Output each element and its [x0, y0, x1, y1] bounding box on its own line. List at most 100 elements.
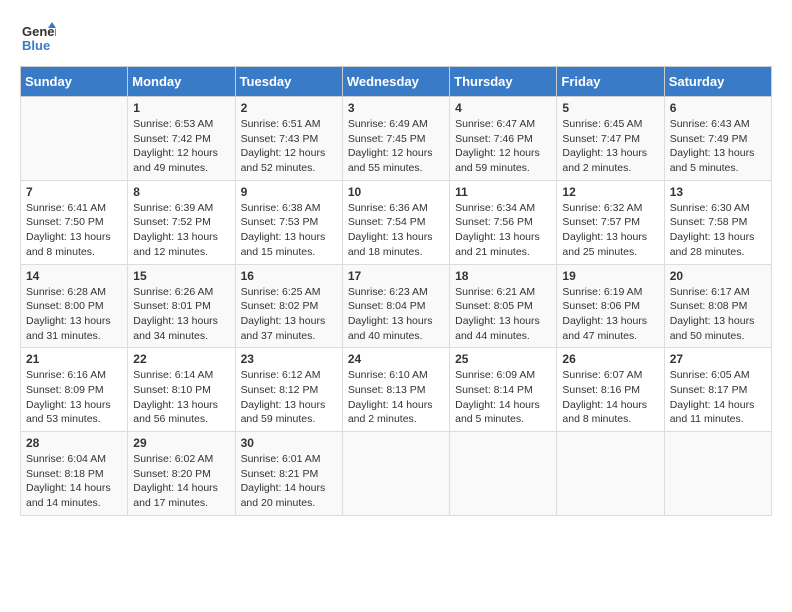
- day-info: Sunrise: 6:39 AMSunset: 7:52 PMDaylight:…: [133, 201, 229, 260]
- day-info: Sunrise: 6:41 AMSunset: 7:50 PMDaylight:…: [26, 201, 122, 260]
- day-number: 3: [348, 101, 444, 115]
- calendar-cell: [557, 432, 664, 516]
- day-info: Sunrise: 6:14 AMSunset: 8:10 PMDaylight:…: [133, 368, 229, 427]
- logo-icon: General Blue: [20, 20, 56, 56]
- day-number: 21: [26, 352, 122, 366]
- day-info: Sunrise: 6:05 AMSunset: 8:17 PMDaylight:…: [670, 368, 766, 427]
- day-info: Sunrise: 6:07 AMSunset: 8:16 PMDaylight:…: [562, 368, 658, 427]
- day-header-friday: Friday: [557, 67, 664, 97]
- day-number: 7: [26, 185, 122, 199]
- calendar-cell: 28Sunrise: 6:04 AMSunset: 8:18 PMDayligh…: [21, 432, 128, 516]
- day-number: 5: [562, 101, 658, 115]
- day-info: Sunrise: 6:19 AMSunset: 8:06 PMDaylight:…: [562, 285, 658, 344]
- day-number: 17: [348, 269, 444, 283]
- calendar-cell: 10Sunrise: 6:36 AMSunset: 7:54 PMDayligh…: [342, 180, 449, 264]
- calendar-cell: 26 Sunrise: 6:07 AMSunset: 8:16 PMDayligh…: [557, 348, 664, 432]
- calendar-cell: 27Sunrise: 6:05 AMSunset: 8:17 PMDayligh…: [664, 348, 771, 432]
- logo: General Blue: [20, 20, 56, 56]
- calendar-cell: 24 Sunrise: 6:10 AMSunset: 8:13 PMDayligh…: [342, 348, 449, 432]
- week-row-1: 1 Sunrise: 6:53 AMSunset: 7:42 PMDaylight…: [21, 97, 772, 181]
- day-number: 2: [241, 101, 337, 115]
- calendar-cell: 8 Sunrise: 6:39 AMSunset: 7:52 PMDaylight…: [128, 180, 235, 264]
- calendar-cell: 20Sunrise: 6:17 AMSunset: 8:08 PMDayligh…: [664, 264, 771, 348]
- calendar-cell: 4 Sunrise: 6:47 AMSunset: 7:46 PMDaylight…: [450, 97, 557, 181]
- day-info: Sunrise: 6:02 AMSunset: 8:20 PMDaylight:…: [133, 452, 229, 511]
- calendar-cell: [342, 432, 449, 516]
- day-info: Sunrise: 6:51 AMSunset: 7:43 PMDaylight:…: [241, 117, 337, 176]
- calendar-cell: 5 Sunrise: 6:45 AMSunset: 7:47 PMDaylight…: [557, 97, 664, 181]
- day-number: 8: [133, 185, 229, 199]
- day-info: Sunrise: 6:09 AMSunset: 8:14 PMDaylight:…: [455, 368, 551, 427]
- day-header-wednesday: Wednesday: [342, 67, 449, 97]
- day-info: Sunrise: 6:04 AMSunset: 8:18 PMDaylight:…: [26, 452, 122, 511]
- day-number: 6: [670, 101, 766, 115]
- calendar-cell: 23 Sunrise: 6:12 AMSunset: 8:12 PMDayligh…: [235, 348, 342, 432]
- day-number: 4: [455, 101, 551, 115]
- calendar-table: SundayMondayTuesdayWednesdayThursdayFrid…: [20, 66, 772, 516]
- calendar-cell: 19 Sunrise: 6:19 AMSunset: 8:06 PMDayligh…: [557, 264, 664, 348]
- calendar-cell: 6 Sunrise: 6:43 AMSunset: 7:49 PMDaylight…: [664, 97, 771, 181]
- calendar-cell: 1 Sunrise: 6:53 AMSunset: 7:42 PMDaylight…: [128, 97, 235, 181]
- day-header-thursday: Thursday: [450, 67, 557, 97]
- week-row-3: 14 Sunrise: 6:28 AMSunset: 8:00 PMDayligh…: [21, 264, 772, 348]
- day-number: 22: [133, 352, 229, 366]
- day-number: 1: [133, 101, 229, 115]
- week-row-5: 28Sunrise: 6:04 AMSunset: 8:18 PMDayligh…: [21, 432, 772, 516]
- day-number: 23: [241, 352, 337, 366]
- calendar-cell: 29Sunrise: 6:02 AMSunset: 8:20 PMDayligh…: [128, 432, 235, 516]
- day-info: Sunrise: 6:36 AMSunset: 7:54 PMDaylight:…: [348, 201, 444, 260]
- day-info: Sunrise: 6:38 AMSunset: 7:53 PMDaylight:…: [241, 201, 337, 260]
- calendar-cell: 7 Sunrise: 6:41 AMSunset: 7:50 PMDaylight…: [21, 180, 128, 264]
- calendar-cell: 30 Sunrise: 6:01 AMSunset: 8:21 PMDayligh…: [235, 432, 342, 516]
- calendar-cell: 16Sunrise: 6:25 AMSunset: 8:02 PMDayligh…: [235, 264, 342, 348]
- day-number: 12: [562, 185, 658, 199]
- day-number: 30: [241, 436, 337, 450]
- day-header-sunday: Sunday: [21, 67, 128, 97]
- day-header-row: SundayMondayTuesdayWednesdayThursdayFrid…: [21, 67, 772, 97]
- calendar-cell: [450, 432, 557, 516]
- day-number: 14: [26, 269, 122, 283]
- day-info: Sunrise: 6:47 AMSunset: 7:46 PMDaylight:…: [455, 117, 551, 176]
- day-info: Sunrise: 6:23 AMSunset: 8:04 PMDaylight:…: [348, 285, 444, 344]
- day-info: Sunrise: 6:34 AMSunset: 7:56 PMDaylight:…: [455, 201, 551, 260]
- calendar-cell: 3Sunrise: 6:49 AMSunset: 7:45 PMDaylight…: [342, 97, 449, 181]
- day-info: Sunrise: 6:30 AMSunset: 7:58 PMDaylight:…: [670, 201, 766, 260]
- day-header-tuesday: Tuesday: [235, 67, 342, 97]
- day-info: Sunrise: 6:25 AMSunset: 8:02 PMDaylight:…: [241, 285, 337, 344]
- svg-text:Blue: Blue: [22, 38, 50, 53]
- header: General Blue: [20, 20, 772, 56]
- calendar-cell: [664, 432, 771, 516]
- calendar-cell: 11 Sunrise: 6:34 AMSunset: 7:56 PMDayligh…: [450, 180, 557, 264]
- calendar-cell: 15 Sunrise: 6:26 AMSunset: 8:01 PMDayligh…: [128, 264, 235, 348]
- day-number: 11: [455, 185, 551, 199]
- day-info: Sunrise: 6:12 AMSunset: 8:12 PMDaylight:…: [241, 368, 337, 427]
- day-info: Sunrise: 6:21 AMSunset: 8:05 PMDaylight:…: [455, 285, 551, 344]
- day-number: 19: [562, 269, 658, 283]
- calendar-cell: 22 Sunrise: 6:14 AMSunset: 8:10 PMDayligh…: [128, 348, 235, 432]
- day-number: 18: [455, 269, 551, 283]
- day-info: Sunrise: 6:01 AMSunset: 8:21 PMDaylight:…: [241, 452, 337, 511]
- day-info: Sunrise: 6:43 AMSunset: 7:49 PMDaylight:…: [670, 117, 766, 176]
- week-row-4: 21 Sunrise: 6:16 AMSunset: 8:09 PMDayligh…: [21, 348, 772, 432]
- calendar-cell: 18 Sunrise: 6:21 AMSunset: 8:05 PMDayligh…: [450, 264, 557, 348]
- week-row-2: 7 Sunrise: 6:41 AMSunset: 7:50 PMDaylight…: [21, 180, 772, 264]
- calendar-cell: 25 Sunrise: 6:09 AMSunset: 8:14 PMDayligh…: [450, 348, 557, 432]
- calendar-cell: 13Sunrise: 6:30 AMSunset: 7:58 PMDayligh…: [664, 180, 771, 264]
- day-number: 15: [133, 269, 229, 283]
- day-number: 25: [455, 352, 551, 366]
- day-info: Sunrise: 6:28 AMSunset: 8:00 PMDaylight:…: [26, 285, 122, 344]
- day-number: 9: [241, 185, 337, 199]
- day-info: Sunrise: 6:53 AMSunset: 7:42 PMDaylight:…: [133, 117, 229, 176]
- day-header-monday: Monday: [128, 67, 235, 97]
- calendar-cell: 12Sunrise: 6:32 AMSunset: 7:57 PMDayligh…: [557, 180, 664, 264]
- calendar-cell: 17 Sunrise: 6:23 AMSunset: 8:04 PMDayligh…: [342, 264, 449, 348]
- calendar-cell: [21, 97, 128, 181]
- day-info: Sunrise: 6:16 AMSunset: 8:09 PMDaylight:…: [26, 368, 122, 427]
- day-number: 24: [348, 352, 444, 366]
- calendar-cell: 21 Sunrise: 6:16 AMSunset: 8:09 PMDayligh…: [21, 348, 128, 432]
- day-info: Sunrise: 6:26 AMSunset: 8:01 PMDaylight:…: [133, 285, 229, 344]
- day-info: Sunrise: 6:10 AMSunset: 8:13 PMDaylight:…: [348, 368, 444, 427]
- day-info: Sunrise: 6:45 AMSunset: 7:47 PMDaylight:…: [562, 117, 658, 176]
- day-number: 26: [562, 352, 658, 366]
- day-info: Sunrise: 6:17 AMSunset: 8:08 PMDaylight:…: [670, 285, 766, 344]
